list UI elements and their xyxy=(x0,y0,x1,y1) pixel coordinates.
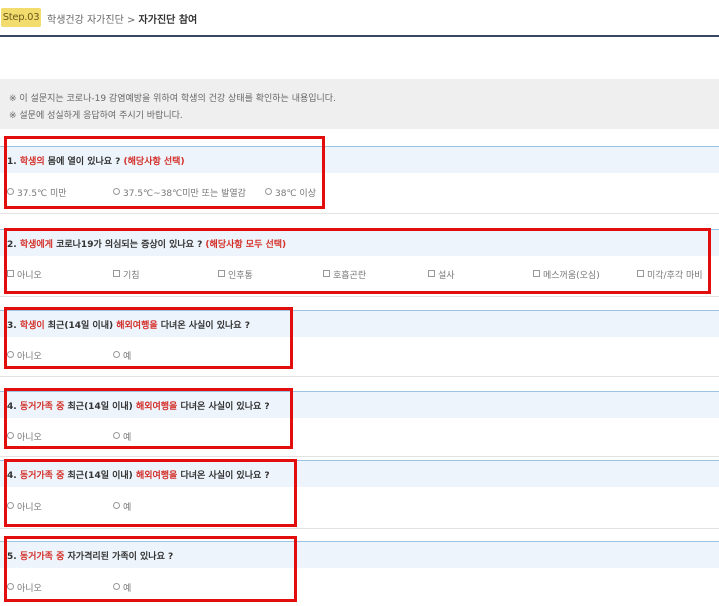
notice-line-1: ※ 이 설문지는 코로나-19 감염예방을 위하여 학생의 건강 상태를 확인하… xyxy=(9,94,336,104)
page-header: Step.03 학생건강 자가진단 > 자가진단 참여 xyxy=(0,0,719,36)
highlight-frame-q4 xyxy=(4,388,293,449)
question-separator xyxy=(0,456,719,457)
breadcrumb: 학생건강 자가진단 > 자가진단 참여 xyxy=(47,11,197,26)
question-separator xyxy=(0,376,719,377)
header-divider xyxy=(0,35,719,37)
question-separator xyxy=(0,296,719,297)
highlight-frame-q2 xyxy=(4,228,711,294)
highlight-frame-q3 xyxy=(4,307,293,369)
survey-notice: ※ 이 설문지는 코로나-19 감염예방을 위하여 학생의 건강 상태를 확인하… xyxy=(0,79,719,129)
notice-line-2: ※ 설문에 성실하게 응답하여 주시기 바랍니다. xyxy=(9,111,183,121)
highlight-frame-q1 xyxy=(4,136,325,209)
highlight-frame-q4b xyxy=(4,459,297,527)
step-badge: Step.03 xyxy=(1,8,41,27)
question-separator xyxy=(0,528,719,529)
breadcrumb-parent[interactable]: 학생건강 자가진단 xyxy=(47,15,124,26)
breadcrumb-current: 자가진단 참여 xyxy=(138,15,198,26)
question-separator xyxy=(0,213,719,214)
breadcrumb-separator: > xyxy=(126,15,136,26)
highlight-frame-q5 xyxy=(4,536,297,602)
